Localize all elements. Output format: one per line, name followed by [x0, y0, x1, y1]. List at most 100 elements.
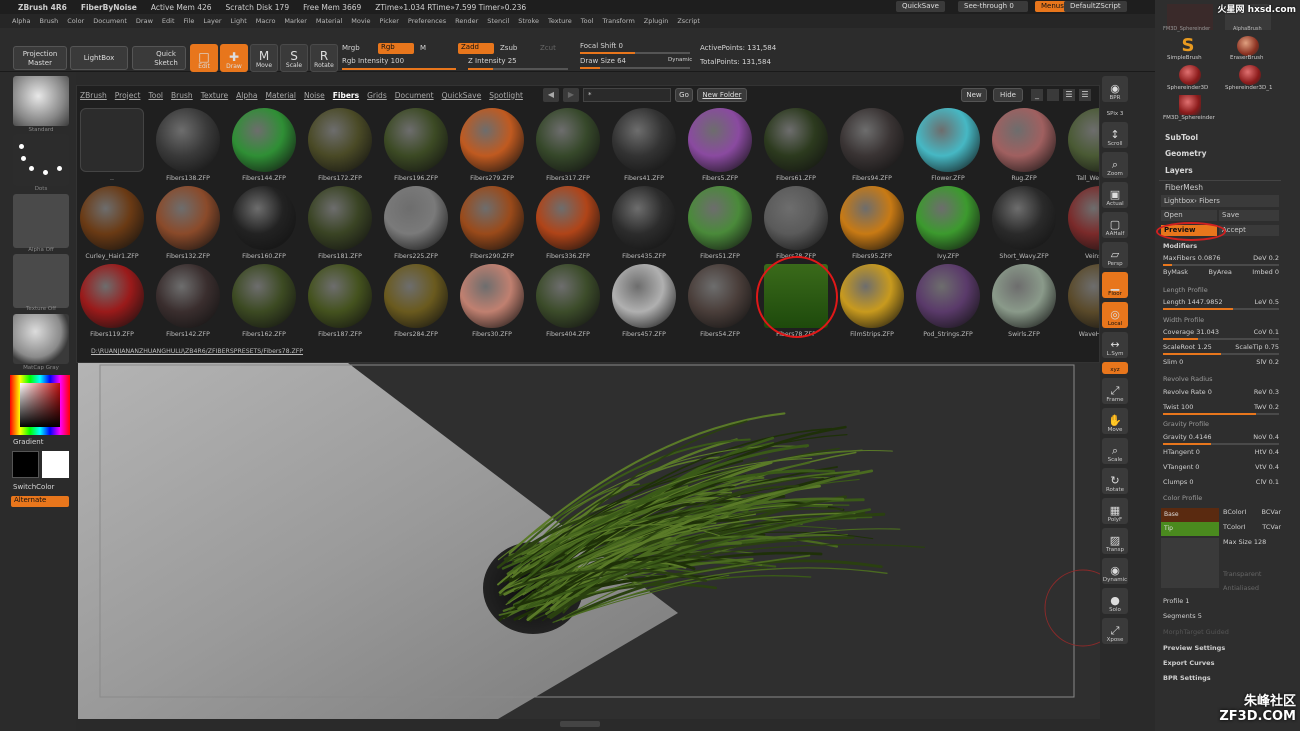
segments-slider[interactable]: Segments 5 [1163, 612, 1202, 620]
switch-color-button[interactable]: SwitchColor [13, 483, 54, 491]
move-button[interactable]: M Move [250, 44, 278, 72]
lightbox-tab-texture[interactable]: Texture [201, 91, 228, 100]
lightbox-tab-project[interactable]: Project [115, 91, 141, 100]
segments-row[interactable]: Segments 5 [1163, 612, 1279, 620]
menu-preferences[interactable]: Preferences [408, 17, 446, 25]
dynamic-toggle[interactable]: Dynamic [668, 57, 692, 63]
rev-slider[interactable]: ReV 0.3 [1254, 388, 1279, 396]
cov-slider[interactable]: CoV 0.1 [1254, 328, 1279, 336]
profile-slider[interactable]: Profile 1 [1163, 597, 1189, 605]
fiber-preset-tile[interactable]: FilmStrips.ZFP [840, 264, 904, 338]
color-picker-square[interactable] [20, 383, 60, 427]
mrgb-button[interactable]: Mrgb [342, 44, 360, 52]
fiber-preset-tile[interactable]: Fibers95.ZFP [840, 186, 904, 260]
gravity-profile-header[interactable]: Gravity Profile [1163, 420, 1209, 428]
lightbox-fibers-button[interactable]: Lightbox› Fibers [1161, 195, 1279, 207]
preview-settings-row[interactable]: Preview Settings [1163, 644, 1279, 652]
siv-slider[interactable]: SlV 0.2 [1256, 358, 1279, 366]
scale-row[interactable]: ScaleRoot 1.25 ScaleTip 0.75 [1163, 343, 1279, 351]
focal-shift-track[interactable] [580, 52, 690, 54]
lightbox-tab-brush[interactable]: Brush [171, 91, 193, 100]
fiber-preset-tile[interactable]: Rug.ZFP [992, 108, 1056, 182]
menu-color[interactable]: Color [67, 17, 84, 25]
tool-floor[interactable]: ▁ Floor [1102, 272, 1128, 298]
transparent-toggle[interactable]: Transparent [1223, 570, 1261, 578]
save-button[interactable]: Save [1219, 210, 1279, 221]
default-zscript-button[interactable]: DefaultZScript [1064, 1, 1127, 12]
tool-l-sym[interactable]: ↔ L.Sym [1102, 332, 1128, 358]
menu-stencil[interactable]: Stencil [487, 17, 509, 25]
modifiers-header[interactable]: Modifiers [1163, 242, 1197, 250]
tool-scale[interactable]: ⌕ Scale [1102, 438, 1128, 464]
see-through-slider[interactable]: See-through 0 [958, 1, 1028, 12]
length-profile-header[interactable]: Length Profile [1163, 286, 1208, 294]
lightbox-tab-tool[interactable]: Tool [148, 91, 163, 100]
tcolor-slider[interactable]: TColorI [1223, 523, 1245, 531]
tool-rotate[interactable]: ↻ Rotate [1102, 468, 1128, 494]
tool-spix-3[interactable]: SPix 3 [1102, 106, 1128, 118]
htv-slider[interactable]: HtV 0.4 [1255, 448, 1279, 456]
color-picker[interactable] [10, 375, 70, 435]
z-intensity-slider[interactable]: Z Intensity 25 [468, 57, 517, 65]
draw-size-track[interactable] [580, 67, 690, 69]
scaletip-slider[interactable]: ScaleTip 0.75 [1235, 343, 1279, 351]
lightbox-tab-noise[interactable]: Noise [304, 91, 325, 100]
rgb-intensity-slider[interactable]: Rgb Intensity 100 [342, 57, 404, 65]
gravity-slider[interactable]: Gravity 0.4146 [1163, 433, 1212, 441]
tool-polyf[interactable]: ▦ PolyF [1102, 498, 1128, 524]
lightbox-tab-alpha[interactable]: Alpha [236, 91, 257, 100]
lightbox-tab-fibers[interactable]: Fibers [333, 91, 359, 100]
canvas-viewport[interactable] [78, 363, 1100, 719]
fiber-preset-tile[interactable]: Fibers132.ZFP [156, 186, 220, 260]
coverage-track[interactable] [1163, 338, 1279, 340]
brush-standard-thumb[interactable] [13, 76, 69, 126]
bcolor-row[interactable]: BColorI BCVar [1223, 508, 1281, 516]
lightbox-tab-spotlight[interactable]: Spotlight [489, 91, 523, 100]
tool-xpose[interactable]: ⤢ Xpose [1102, 618, 1128, 644]
menu-material[interactable]: Material [316, 17, 342, 25]
htangent-slider[interactable]: HTangent 0 [1163, 448, 1200, 456]
fiber-preset-tile[interactable]: Pod_Strings.ZFP [916, 264, 980, 338]
fiber-preset-tile[interactable]: Fibers5.ZFP [688, 108, 752, 182]
revolve-radius-header[interactable]: Revolve Radius [1163, 375, 1213, 383]
menu-stroke[interactable]: Stroke [518, 17, 539, 25]
fiber-preset-tile[interactable]: WaveHair.ZFP [1068, 264, 1099, 338]
fiber-preset-tile[interactable]: Curley_Hair1.ZFP [80, 186, 144, 260]
fiber-preset-tile[interactable]: Fibers30.ZFP [460, 264, 524, 338]
list-view-icon[interactable]: ☰ [1063, 89, 1075, 101]
fiber-preset-tile[interactable]: Fibers54.ZFP [688, 264, 752, 338]
export-curves-header[interactable]: Export Curves [1163, 659, 1214, 667]
color-profile-header[interactable]: Color Profile [1163, 494, 1202, 502]
fiber-preset-tile[interactable]: Fibers160.ZFP [232, 186, 296, 260]
menu-zplugin[interactable]: Zplugin [644, 17, 669, 25]
fiber-preset-tile[interactable]: Fibers78.ZFP [764, 186, 828, 260]
menu-brush[interactable]: Brush [39, 17, 58, 25]
fiber-preset-tile[interactable]: Fibers162.ZFP [232, 264, 296, 338]
maxfibers-row[interactable]: MaxFibers 0.0876 DeV 0.2 [1163, 254, 1279, 262]
forward-arrow-icon[interactable]: ▶ [563, 88, 579, 102]
eraser-brush-icon[interactable] [1237, 36, 1259, 56]
tool-bpr[interactable]: ◉ BPR [1102, 76, 1128, 102]
vtv-slider[interactable]: VtV 0.4 [1255, 463, 1279, 471]
new-button[interactable]: New [961, 88, 987, 102]
alpha-thumb[interactable] [13, 194, 69, 248]
slim-slider[interactable]: Slim 0 [1163, 358, 1183, 366]
lightbox-tab-zbrush[interactable]: ZBrush [80, 91, 107, 100]
fiber-preset-tile[interactable]: Fibers181.ZFP [308, 186, 372, 260]
fiber-preset-tile[interactable]: Fibers119.ZFP [80, 264, 144, 338]
fibermesh-header[interactable]: FiberMesh [1165, 183, 1203, 192]
morph-target-guided-button[interactable]: MorphTarget Guided [1163, 628, 1229, 636]
go-button[interactable]: Go [675, 88, 693, 102]
new-folder-button[interactable]: New Folder [697, 88, 747, 102]
twv-slider[interactable]: TwV 0.2 [1254, 403, 1279, 411]
lightbox-search-input[interactable]: * [583, 88, 671, 102]
maxfibers-slider[interactable]: MaxFibers 0.0876 [1163, 254, 1221, 262]
geometry-header[interactable]: Geometry [1165, 149, 1206, 158]
quick-sketch-button[interactable]: Quick Sketch [132, 46, 186, 70]
edit-button[interactable]: □ Edit [190, 44, 218, 72]
draw-button[interactable]: ✚ Draw [220, 44, 248, 72]
color-profile-curve[interactable] [1161, 538, 1219, 588]
vtangent-row[interactable]: VTangent 0 VtV 0.4 [1163, 463, 1279, 471]
tip-color-swatch[interactable]: Tip [1161, 522, 1219, 536]
lightbox-tab-document[interactable]: Document [395, 91, 434, 100]
